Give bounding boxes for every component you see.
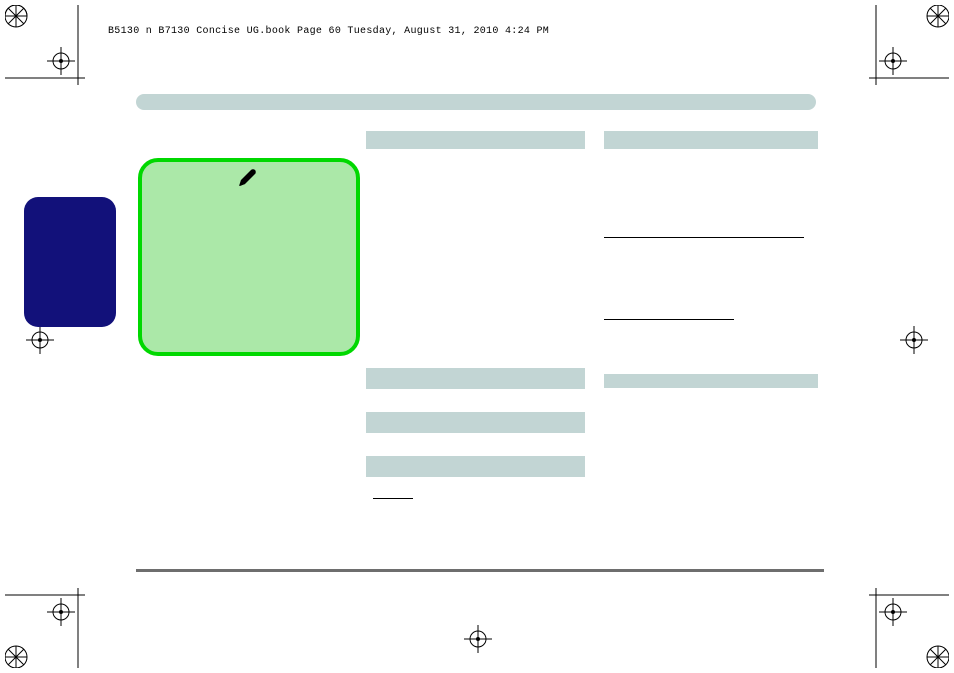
column-left-subhead-1 [366, 368, 585, 389]
underline-2 [604, 319, 734, 320]
crop-mark-top-right [869, 5, 949, 85]
column-left-heading [366, 131, 585, 149]
registration-bottom-icon [464, 625, 492, 653]
side-tab [24, 197, 116, 327]
underline-3 [373, 498, 413, 499]
registration-left-icon [26, 326, 54, 354]
underline-1 [604, 237, 804, 238]
footer-rule [136, 569, 824, 572]
column-right-heading [604, 131, 818, 149]
column-left-subhead-2 [366, 412, 585, 433]
pen-icon [237, 168, 257, 192]
column-right-heading-2 [604, 374, 818, 388]
registration-right-icon [900, 326, 928, 354]
crop-mark-bottom-right [869, 588, 949, 668]
crop-mark-top-left [5, 5, 85, 85]
crop-mark-bottom-left [5, 588, 85, 668]
column-left-subhead-3 [366, 456, 585, 477]
page-title-bar [136, 94, 816, 110]
running-head: B5130 n B7130 Concise UG.book Page 60 Tu… [108, 26, 549, 37]
